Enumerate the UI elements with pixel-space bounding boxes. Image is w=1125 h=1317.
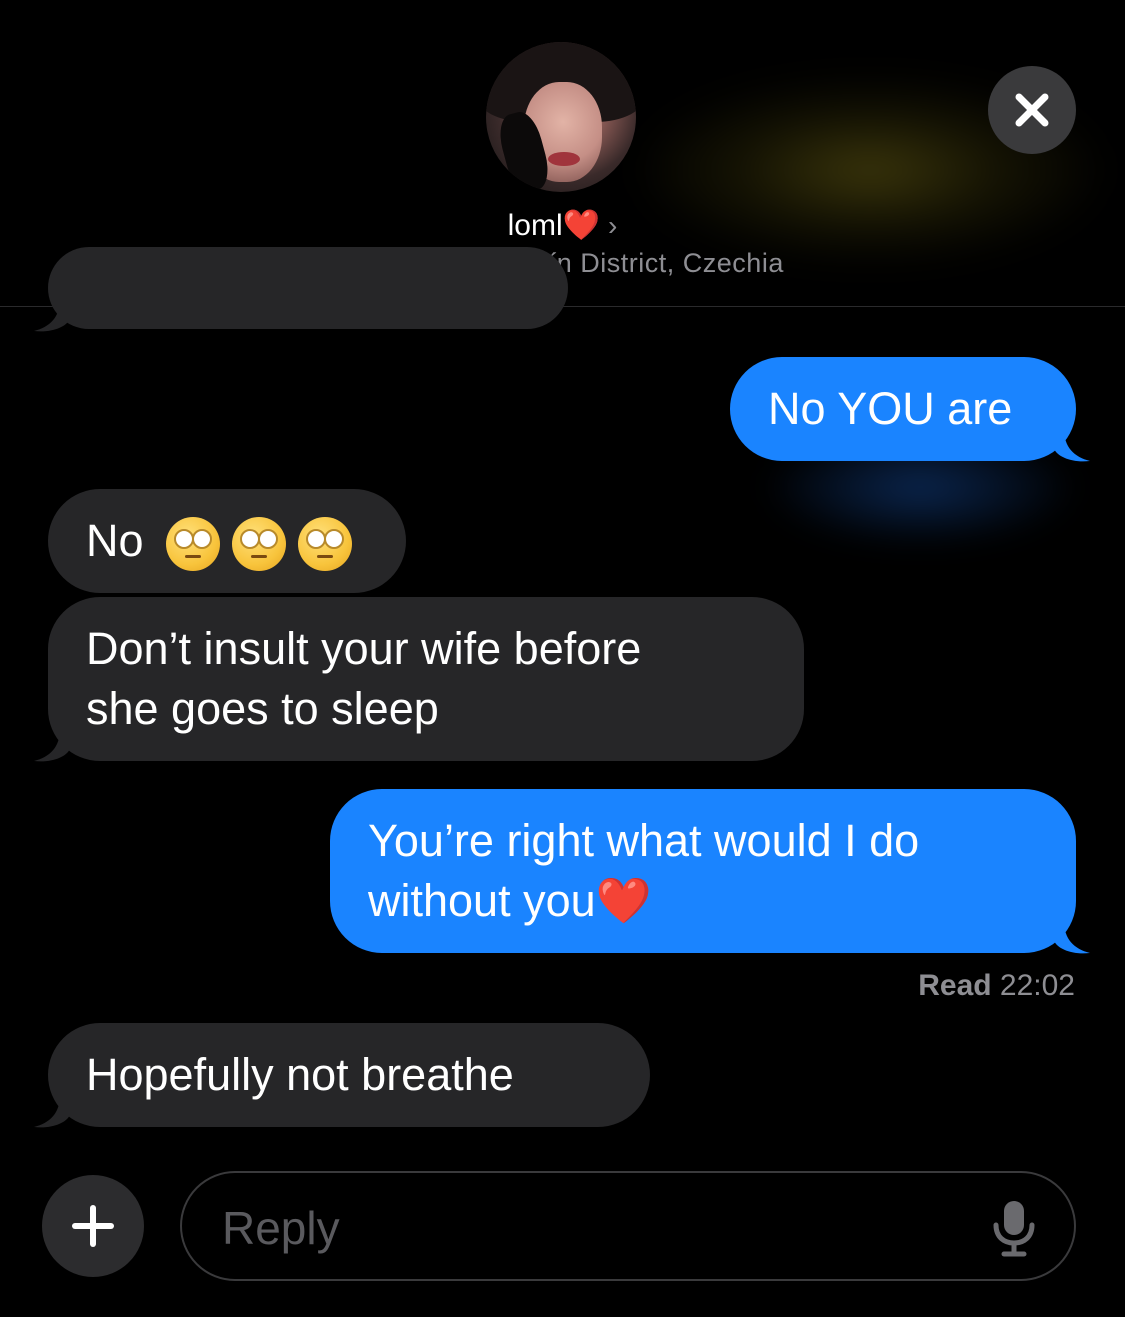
bubble-tail bbox=[34, 299, 70, 332]
reply-input[interactable]: Reply bbox=[180, 1171, 1076, 1281]
bubble-tail bbox=[1054, 921, 1090, 954]
message-text-line: Don’t insult your wife before bbox=[86, 623, 642, 674]
message-text: No YOU are bbox=[768, 383, 1013, 434]
read-time: 22:02 bbox=[999, 969, 1075, 1002]
bubble-tail bbox=[34, 729, 70, 762]
received-message-bubble[interactable]: Don’t insult your wife before she goes t… bbox=[48, 597, 804, 761]
rolling-eyes-emoji bbox=[231, 517, 286, 572]
received-message-bubble[interactable]: Hopefully not breathe bbox=[48, 1023, 650, 1127]
rolling-eyes-emoji bbox=[165, 517, 220, 572]
reply-placeholder: Reply bbox=[222, 1202, 340, 1254]
bubble-tail bbox=[34, 1095, 70, 1128]
message-thread[interactable]: No YOU are No Don’t insult your wife bef… bbox=[0, 247, 1125, 1167]
message-text-line: You’re right what would I do bbox=[368, 815, 920, 866]
previous-message-bubble bbox=[48, 247, 568, 329]
message-text-line: she goes to sleep bbox=[86, 683, 439, 734]
heart-emoji: ❤️ bbox=[595, 875, 652, 926]
read-receipt: Read 22:02 bbox=[918, 969, 1075, 1003]
microphone-icon[interactable] bbox=[992, 1199, 1036, 1257]
message-text: No bbox=[86, 515, 144, 566]
close-button[interactable] bbox=[988, 66, 1076, 154]
close-icon bbox=[1015, 93, 1049, 127]
heart-emoji: ❤️ bbox=[562, 209, 601, 242]
bubble-tail bbox=[1054, 429, 1090, 462]
contact-name: loml bbox=[507, 209, 563, 242]
received-message-bubble[interactable]: No bbox=[48, 489, 406, 593]
add-attachment-button[interactable] bbox=[42, 1175, 144, 1277]
message-text-line: without you bbox=[368, 875, 596, 926]
message-text: Hopefully not breathe bbox=[86, 1049, 514, 1100]
rolling-eyes-emoji bbox=[297, 517, 352, 572]
sent-message-bubble[interactable]: You’re right what would I do without you… bbox=[330, 789, 1076, 953]
chevron-right-icon: › bbox=[608, 210, 618, 241]
contact-avatar[interactable] bbox=[486, 42, 636, 192]
sent-message-bubble[interactable]: No YOU are bbox=[730, 357, 1076, 461]
plus-icon bbox=[72, 1205, 114, 1247]
read-label: Read bbox=[918, 969, 992, 1002]
contact-name-row[interactable]: loml❤️ › bbox=[0, 206, 1125, 246]
